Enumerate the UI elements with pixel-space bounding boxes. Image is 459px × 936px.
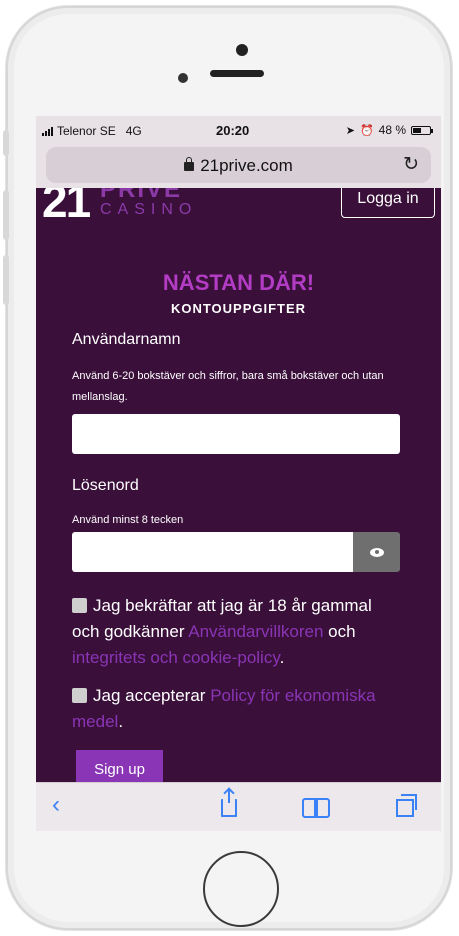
url-display[interactable]: 21prive.com [46, 156, 431, 176]
terms-link[interactable]: Användarvillkoren [188, 622, 323, 641]
status-right: ➤ ⏰ 48 % [345, 123, 433, 137]
username-label: Användarnamn [72, 331, 181, 348]
finance-consent-text: Jag accepterar [93, 686, 211, 705]
password-hint: Använd minst 8 tecken [72, 514, 184, 526]
status-bar: Telenor SE 4G 20:20 ➤ ⏰ 48 % [36, 116, 441, 144]
tabs-icon[interactable] [396, 794, 417, 817]
proximity-sensor [178, 73, 188, 83]
browser-toolbar: ‹ [36, 782, 441, 831]
front-camera [236, 44, 248, 56]
finance-consent-end: . [118, 712, 124, 731]
page-title: NÄSTAN DÄR! [162, 270, 315, 295]
back-arrow-icon[interactable]: ‹ [52, 791, 60, 819]
silent-switch [3, 130, 9, 156]
username-input[interactable] [72, 414, 400, 454]
volume-up-button [3, 190, 9, 240]
age-consent-checkbox[interactable] [72, 598, 87, 613]
password-label: Lösenord [72, 477, 139, 494]
eye-icon [369, 547, 384, 557]
volume-down-button [3, 255, 9, 305]
home-button[interactable] [203, 851, 279, 927]
share-icon[interactable] [221, 789, 237, 817]
web-page: 21 PRIVE CASINO Logga in NÄSTAN DÄR! KON… [36, 188, 441, 782]
battery-percent: 48 % [378, 123, 406, 137]
carrier-name: Telenor SE [57, 124, 116, 138]
logo-number: 21 [42, 188, 91, 227]
show-password-button[interactable] [353, 532, 400, 572]
earpiece-speaker [210, 70, 264, 77]
url-text: 21prive.com [200, 156, 293, 175]
username-hint: Använd 6-20 bokstäver och siffror, bara … [72, 370, 384, 403]
network-type: 4G [125, 124, 142, 138]
age-consent-row: Jag bekräftar att jag är 18 år gammal oc… [72, 593, 402, 671]
bookmarks-icon[interactable] [302, 798, 330, 818]
logo-subtitle: CASINO [100, 201, 198, 218]
reload-icon[interactable]: ↻ [403, 153, 419, 176]
location-icon: ➤ [345, 124, 355, 137]
carrier-info: Telenor SE 4G [42, 124, 142, 138]
privacy-link[interactable]: integritets och cookie-policy [72, 648, 280, 667]
section-subtitle: KONTOUPPGIFTER [170, 301, 307, 316]
password-input[interactable] [72, 532, 353, 572]
battery-icon [411, 125, 433, 135]
address-bar[interactable]: 21prive.com ↻ [46, 147, 431, 183]
browser-header: 21prive.com ↻ [36, 144, 441, 188]
screen: Telenor SE 4G 20:20 ➤ ⏰ 48 % 21prive.com… [36, 116, 441, 831]
signal-icon [42, 126, 53, 136]
sign-up-button[interactable]: Sign up [76, 750, 163, 782]
lock-icon [184, 157, 195, 171]
status-time: 20:20 [216, 123, 250, 138]
finance-consent-checkbox[interactable] [72, 688, 87, 703]
login-button[interactable]: Logga in [341, 188, 435, 218]
age-consent-end: . [279, 648, 285, 667]
finance-consent-row: Jag accepterar Policy för ekonomiska med… [72, 683, 402, 735]
alarm-icon: ⏰ [359, 124, 374, 137]
age-consent-and: och [323, 622, 356, 641]
